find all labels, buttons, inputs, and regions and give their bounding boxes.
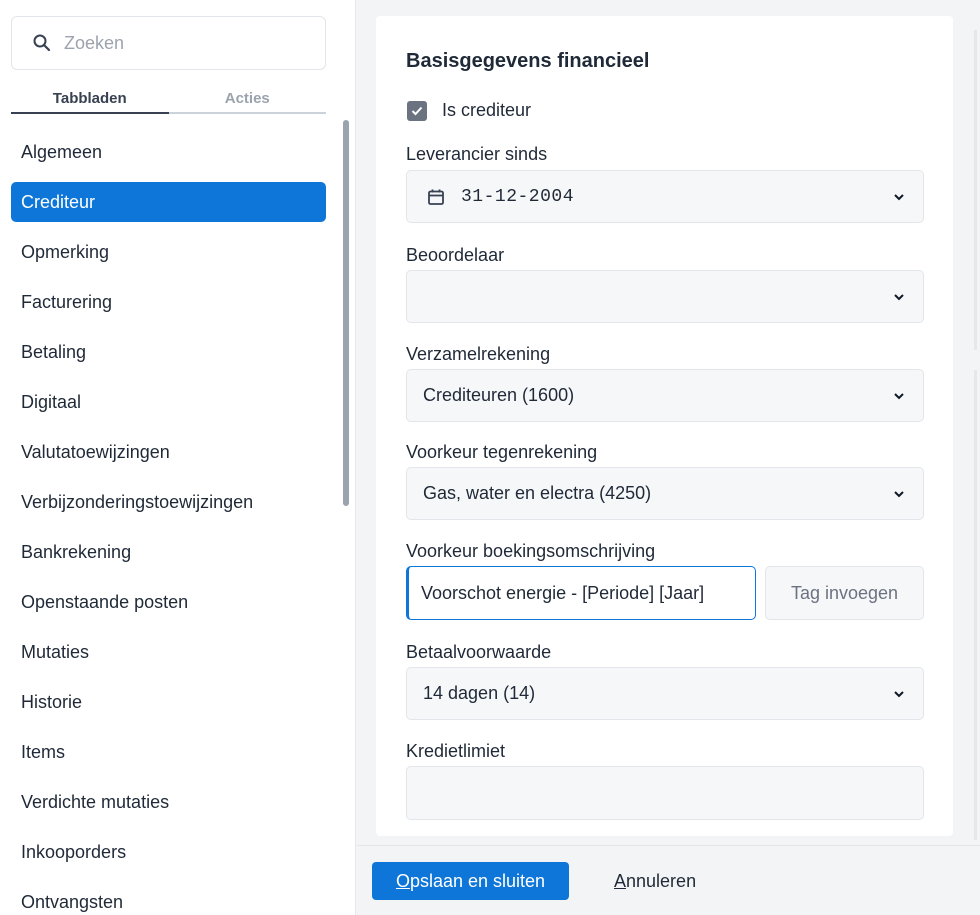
betaalvoorwaarde-value: 14 dagen (14)	[423, 683, 536, 703]
is-crediteur-label: Is crediteur	[442, 100, 532, 120]
tab-acties[interactable]: Acties	[168, 86, 326, 114]
sidebar-item-inkooporders[interactable]: Inkooporders	[11, 827, 326, 877]
tag-invoegen-button[interactable]: Tag invoegen	[765, 566, 924, 620]
sidebar-item-algemeen[interactable]: Algemeen	[11, 127, 326, 177]
search-input[interactable]	[64, 32, 304, 54]
leverancier-sinds-label: Leverancier sinds	[406, 144, 548, 164]
sidebar: Tabbladen Acties Algemeen Crediteur Opme…	[0, 0, 356, 915]
chevron-down-icon	[894, 294, 904, 301]
sidebar-item-betaling[interactable]: Betaling	[11, 327, 326, 377]
sidebar-item-bankrekening[interactable]: Bankrekening	[11, 527, 326, 577]
section-title: Basisgegevens financieel	[406, 50, 650, 72]
kredietlimiet-label: Kredietlimiet	[406, 741, 506, 761]
is-crediteur-row[interactable]: Is crediteur	[407, 100, 531, 121]
save-and-close-button[interactable]: Opslaan en sluiten	[372, 862, 569, 900]
leverancier-sinds-datepicker[interactable]: 31-12-2004	[406, 170, 924, 223]
sidebar-item-facturering[interactable]: Facturering	[11, 277, 326, 327]
sidebar-tabs: Tabbladen Acties	[11, 86, 326, 114]
sidebar-item-ontvangsten[interactable]: Ontvangsten	[11, 877, 326, 915]
sidebar-item-verbijzonderingstoewijzingen[interactable]: Verbijzonderingstoewijzingen	[11, 477, 326, 527]
chevron-down-icon	[894, 194, 904, 201]
sidebar-scrollbar[interactable]	[343, 120, 349, 506]
leverancier-sinds-value: 31-12-2004	[461, 186, 575, 207]
save-and-close-label: Opslaan en sluiten	[395, 870, 546, 891]
right-panel-edge	[974, 370, 977, 840]
voorkeur-tegenrekening-label: Voorkeur tegenrekening	[406, 442, 598, 462]
verzamelrekening-select[interactable]: Crediteuren (1600)	[406, 369, 924, 422]
sidebar-item-crediteur[interactable]: Crediteur	[11, 182, 326, 222]
search-icon	[33, 34, 51, 52]
form-card: Basisgegevens financieel Is crediteur Le…	[376, 16, 953, 836]
betaalvoorwaarde-label: Betaalvoorwaarde	[406, 642, 552, 662]
sidebar-item-opmerking[interactable]: Opmerking	[11, 227, 326, 277]
sidebar-item-valutatoewijzingen[interactable]: Valutatoewijzingen	[11, 427, 326, 477]
voorkeur-tegenrekening-select[interactable]: Gas, water en electra (4250)	[406, 467, 924, 520]
sidebar-item-openstaande-posten[interactable]: Openstaande posten	[11, 577, 326, 627]
sidebar-item-digitaal[interactable]: Digitaal	[11, 377, 326, 427]
voorkeur-boekingsomschrijving-label: Voorkeur boekingsomschrijving	[406, 541, 656, 561]
beoordelaar-label: Beoordelaar	[406, 245, 505, 265]
cancel-label: Annuleren	[614, 870, 697, 891]
chevron-down-icon	[894, 691, 904, 698]
sidebar-item-mutaties[interactable]: Mutaties	[11, 627, 326, 677]
right-panel-edge	[974, 30, 977, 350]
verzamelrekening-value: Crediteuren (1600)	[423, 385, 575, 405]
main-panel: Basisgegevens financieel Is crediteur Le…	[357, 0, 980, 845]
kredietlimiet-input[interactable]	[406, 766, 924, 820]
beoordelaar-select[interactable]	[406, 270, 924, 323]
is-crediteur-checkbox[interactable]	[407, 100, 427, 121]
tab-tabbladen[interactable]: Tabbladen	[11, 86, 169, 114]
check-icon	[411, 106, 423, 115]
chevron-down-icon	[894, 491, 904, 498]
cancel-button[interactable]: Annuleren	[614, 862, 696, 900]
verzamelrekening-label: Verzamelrekening	[406, 344, 551, 364]
sidebar-nav: Algemeen Crediteur Opmerking Facturering…	[11, 127, 326, 915]
sidebar-item-historie[interactable]: Historie	[11, 677, 326, 727]
voorkeur-tegenrekening-value: Gas, water en electra (4250)	[423, 483, 652, 503]
footer-bar: Opslaan en sluiten Annuleren	[357, 845, 980, 915]
chevron-down-icon	[894, 393, 904, 400]
search-box[interactable]	[11, 16, 326, 70]
sidebar-item-verdichte-mutaties[interactable]: Verdichte mutaties	[11, 777, 326, 827]
betaalvoorwaarde-select[interactable]: 14 dagen (14)	[406, 667, 924, 720]
voorkeur-boekingsomschrijving-input[interactable]	[406, 566, 756, 620]
sidebar-item-items[interactable]: Items	[11, 727, 326, 777]
calendar-icon	[428, 189, 444, 205]
app-window: Tabbladen Acties Algemeen Crediteur Opme…	[0, 0, 980, 915]
